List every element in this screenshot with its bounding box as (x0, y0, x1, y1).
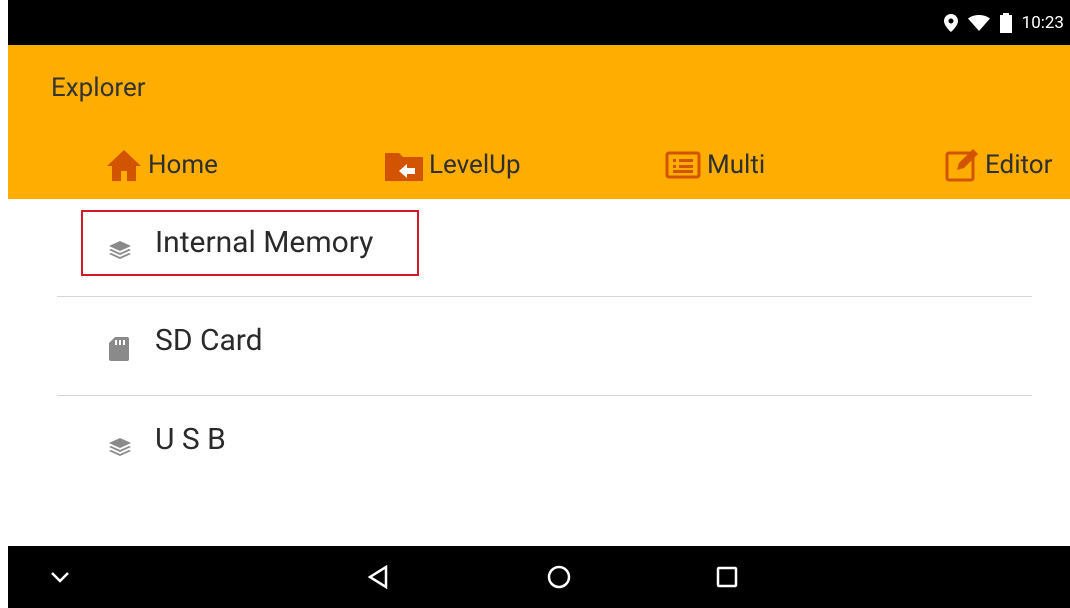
list-item-usb[interactable]: U S B (57, 396, 1032, 495)
multi-button[interactable]: Multi (665, 145, 765, 185)
sd-card-icon (109, 337, 129, 361)
navigation-bar (8, 546, 1070, 608)
home-icon (107, 150, 141, 181)
list-item-label: Internal Memory (155, 225, 374, 260)
editor-label: Editor (985, 150, 1053, 180)
chevron-down-icon (51, 572, 69, 583)
status-icons: 10:23 (943, 0, 1064, 45)
home-circle-icon (547, 565, 571, 589)
hide-nav-button[interactable] (30, 546, 90, 608)
folder-up-icon (385, 153, 423, 181)
levelup-label: LevelUp (429, 150, 521, 180)
layers-icon (109, 241, 131, 259)
list-item-label: SD Card (155, 323, 263, 358)
recents-button[interactable] (697, 546, 757, 608)
status-time: 10:23 (1021, 12, 1064, 33)
list-icon (665, 151, 701, 179)
list-item-label: U S B (155, 422, 226, 457)
multi-label: Multi (707, 150, 766, 180)
battery-icon (999, 12, 1012, 33)
screen-edge (0, 0, 8, 45)
levelup-button[interactable]: LevelUp (385, 145, 521, 185)
list-item-internal-memory[interactable]: Internal Memory (57, 199, 1032, 298)
wifi-icon (967, 14, 990, 31)
app-title: Explorer (51, 73, 146, 103)
app-bar: Explorer Home LevelUp Multi Editor (8, 45, 1070, 199)
editor-button[interactable]: Editor (945, 145, 1052, 185)
back-button[interactable] (348, 546, 408, 608)
back-icon (367, 565, 388, 589)
home-label: Home (148, 150, 218, 180)
edit-icon (945, 149, 978, 182)
location-icon (943, 13, 958, 32)
recents-icon (716, 566, 738, 588)
list-item-sd-card[interactable]: SD Card (57, 297, 1032, 396)
home-nav-button[interactable] (529, 546, 589, 608)
status-bar: 10:23 (0, 0, 1070, 45)
layers-icon (109, 438, 131, 456)
home-button[interactable]: Home (106, 145, 218, 185)
